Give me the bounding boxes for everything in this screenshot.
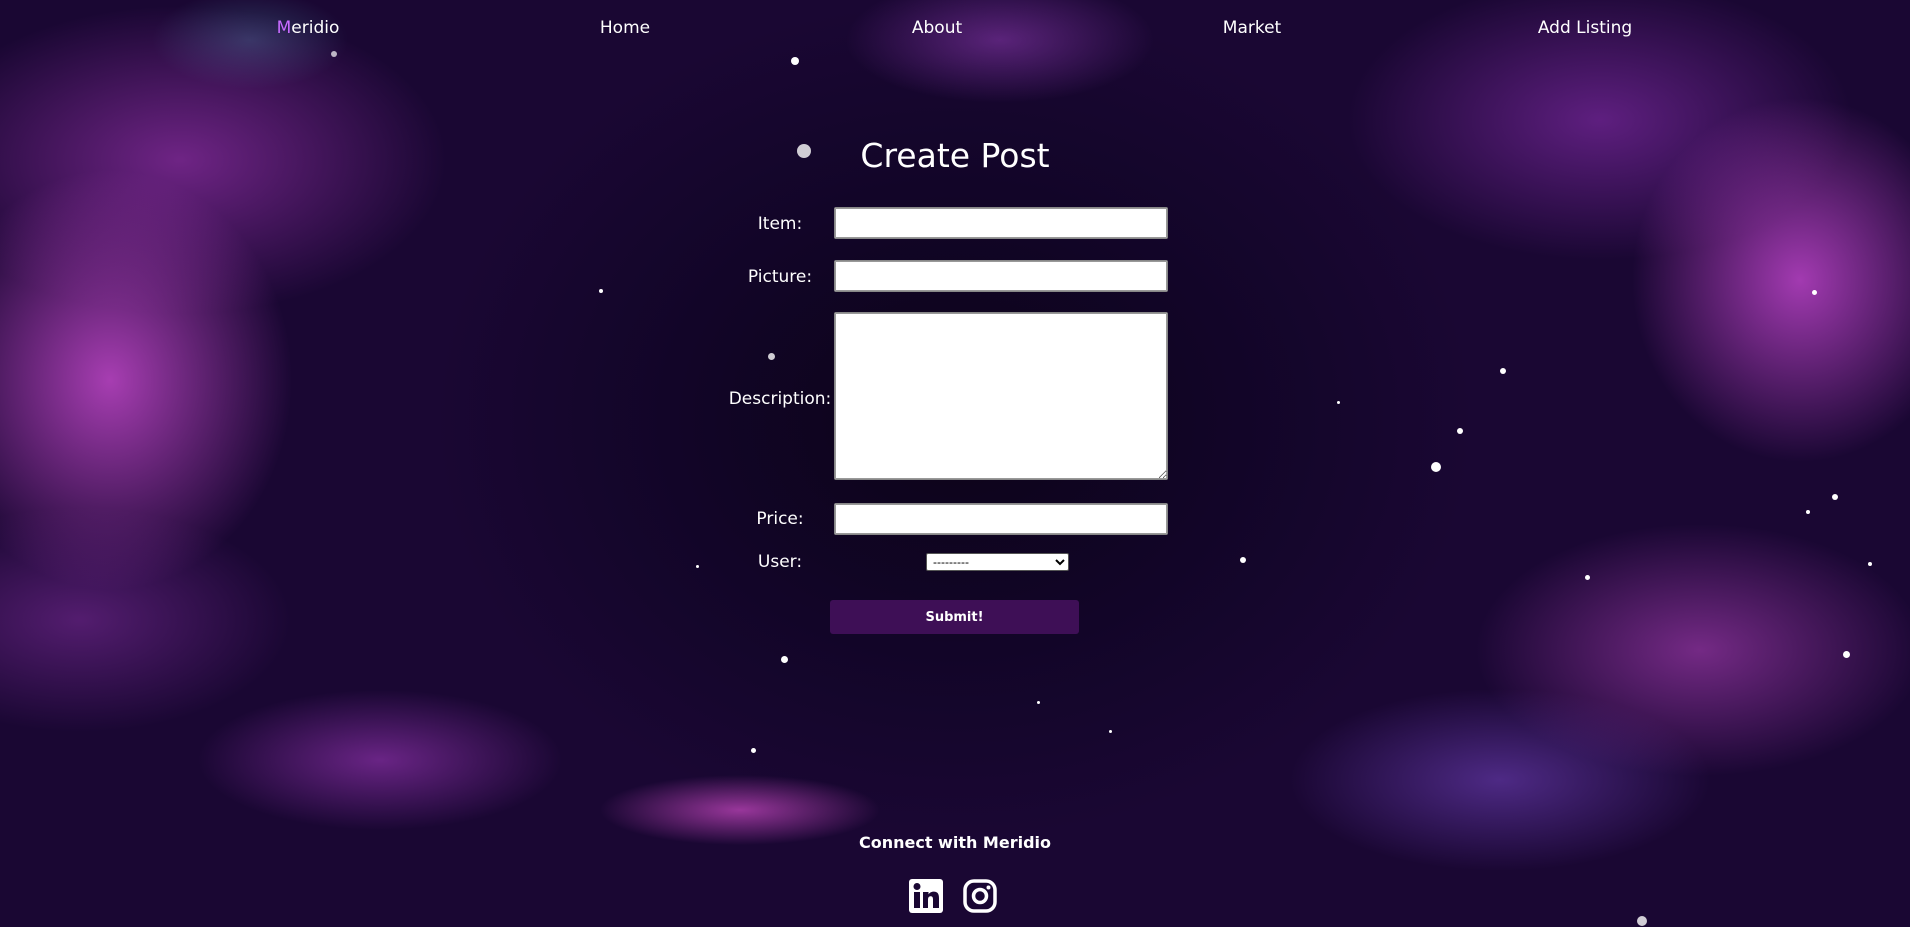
item-label: Item: bbox=[757, 214, 803, 234]
picture-label: Picture: bbox=[747, 267, 813, 287]
price-input[interactable] bbox=[834, 503, 1168, 535]
nav-market-link[interactable]: Market bbox=[1223, 18, 1281, 38]
instagram-link[interactable] bbox=[962, 878, 998, 914]
linkedin-link[interactable] bbox=[908, 878, 944, 914]
brand-first-letter: M bbox=[276, 18, 292, 38]
brand-logo-link[interactable]: Meridio bbox=[277, 18, 340, 38]
submit-button[interactable]: Submit! bbox=[830, 600, 1079, 634]
page-title: Create Post bbox=[860, 136, 1050, 175]
nav-about-link[interactable]: About bbox=[912, 18, 962, 38]
price-label: Price: bbox=[756, 509, 804, 529]
picture-input[interactable] bbox=[834, 260, 1168, 292]
connect-heading: Connect with Meridio bbox=[858, 833, 1052, 852]
user-select[interactable]: --------- bbox=[926, 553, 1069, 571]
instagram-icon bbox=[963, 879, 997, 913]
description-textarea[interactable] bbox=[834, 312, 1168, 480]
brand-name-rest: eridio bbox=[291, 18, 340, 38]
description-label: Description: bbox=[728, 389, 832, 409]
nav-add-listing-link[interactable]: Add Listing bbox=[1538, 18, 1632, 38]
item-input[interactable] bbox=[834, 207, 1168, 239]
user-label: User: bbox=[757, 552, 803, 572]
linkedin-icon bbox=[909, 879, 943, 913]
nav-home-link[interactable]: Home bbox=[600, 18, 650, 38]
top-nav: Meridio Home About Market Add Listing bbox=[0, 0, 1910, 58]
